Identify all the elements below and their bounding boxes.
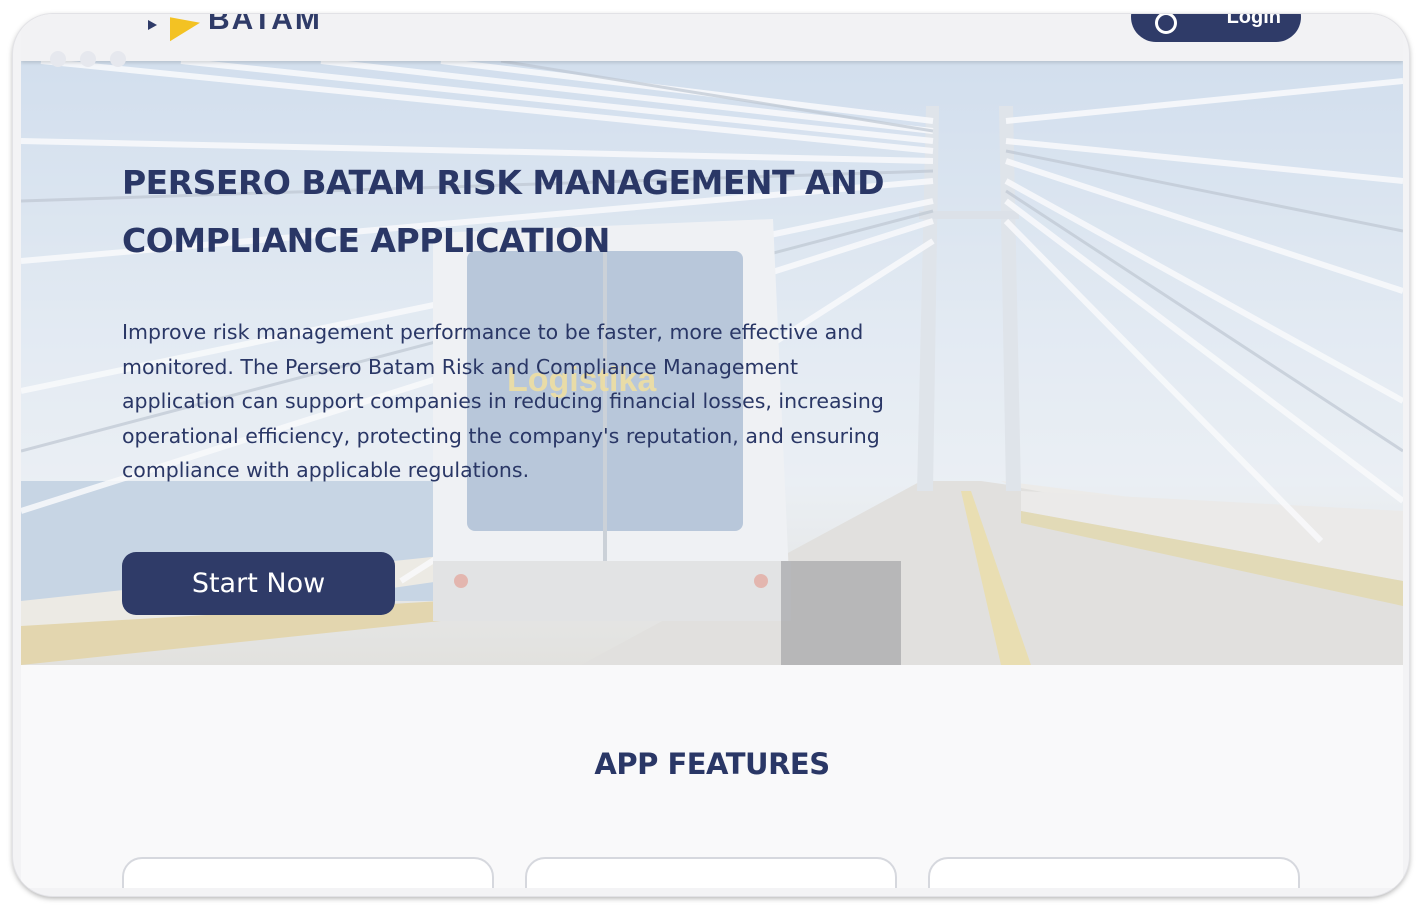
user-icon	[1155, 14, 1177, 34]
site-logo[interactable]: BATAM	[148, 14, 322, 42]
login-button[interactable]: Login	[1131, 14, 1301, 42]
hero-title: PERSERO BATAM RISK MANAGEMENT AND COMPLI…	[122, 163, 885, 260]
hero-content: PERSERO BATAM RISK MANAGEMENT AND COMPLI…	[122, 154, 892, 488]
hero-section: Logistika PERSERO BATAM RISK MANAGEMENT …	[21, 61, 1403, 665]
logo-text: BATAM	[208, 14, 322, 36]
features-title: APP FEATURES	[594, 747, 830, 781]
window-dots	[50, 51, 126, 67]
features-section: APP FEATURES	[21, 665, 1403, 888]
device-frame: BATAM Login Logistika PERSERO BATAM RISK…	[13, 14, 1409, 896]
start-now-button[interactable]: Start Now	[122, 552, 395, 615]
feature-card[interactable]	[122, 857, 494, 888]
login-button-label: Login	[1226, 14, 1281, 28]
logo-icon	[148, 14, 206, 42]
feature-card[interactable]	[525, 857, 897, 888]
feature-card[interactable]	[928, 857, 1300, 888]
window-dot	[80, 51, 96, 67]
site-header: BATAM Login	[21, 14, 1403, 61]
window-dot	[110, 51, 126, 67]
window-dot	[50, 51, 66, 67]
browser-screen: BATAM Login Logistika PERSERO BATAM RISK…	[21, 14, 1403, 888]
hero-description: Improve risk management performance to b…	[122, 320, 884, 482]
